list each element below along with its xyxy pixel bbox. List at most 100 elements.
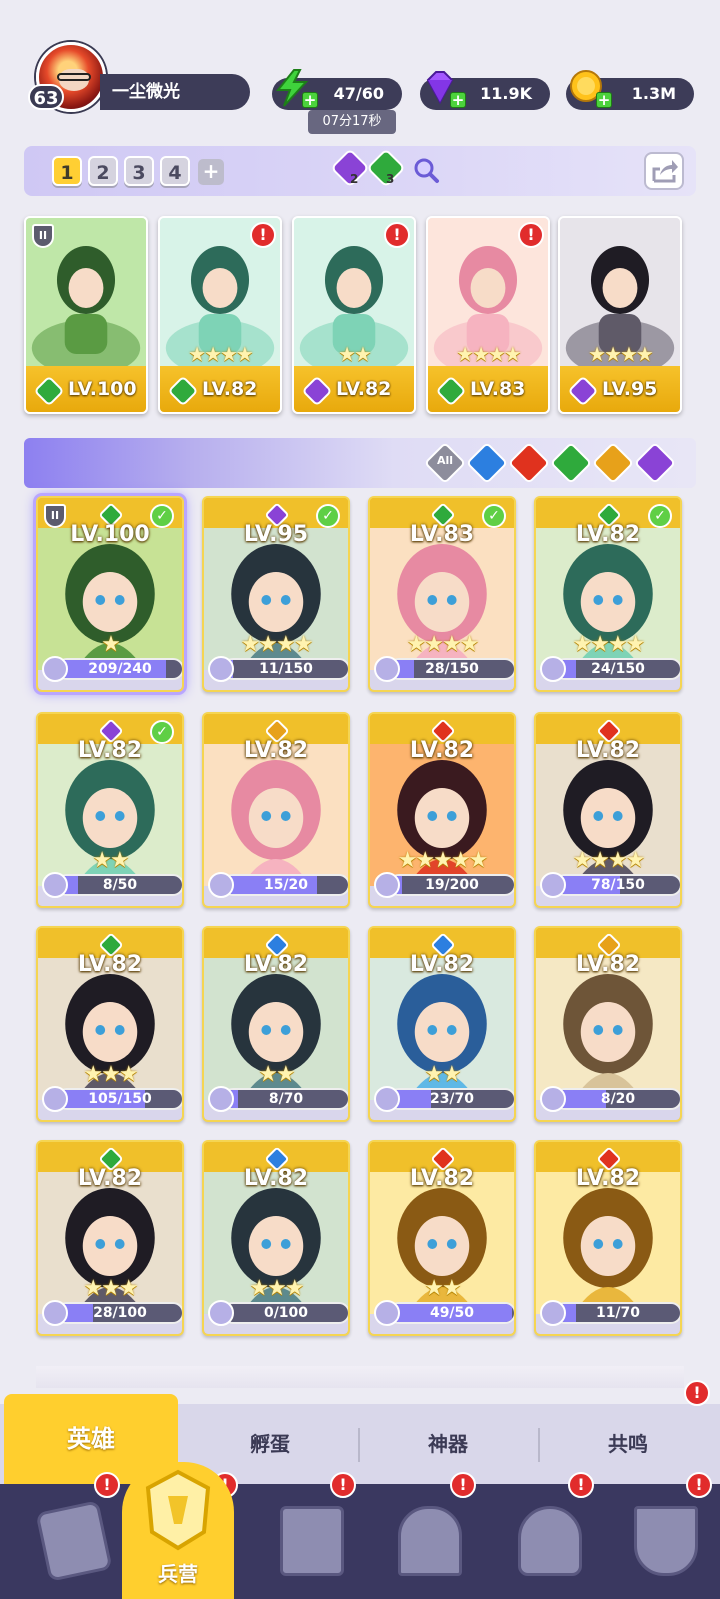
tab-resonance[interactable]: 共鸣 <box>540 1404 716 1484</box>
hero-stars: ★★★★★ <box>397 848 489 873</box>
share-button[interactable] <box>644 152 684 190</box>
hero-level: LV.82 <box>575 738 641 763</box>
hero-level: LV.82 <box>575 952 641 977</box>
lineup-card[interactable]: LV.100 II <box>24 216 148 414</box>
nav-barracks-label: 兵营 <box>158 1562 198 1586</box>
shard-count: 19/200 <box>425 877 479 893</box>
add-gems-button[interactable]: + <box>450 92 466 108</box>
shard-progress-bar: 11/70 <box>554 1302 680 1324</box>
share-icon <box>652 160 678 183</box>
hero-stars: ★★★★ <box>572 632 646 657</box>
shard-icon <box>374 1300 400 1326</box>
filter-water-icon[interactable] <box>465 441 509 485</box>
filter-light-icon[interactable] <box>591 441 635 485</box>
hero-level: LV.82 <box>243 952 309 977</box>
nav-map[interactable] <box>250 1484 370 1599</box>
hero-stars: ★★ <box>424 1062 461 1087</box>
shard-count: 8/20 <box>600 1091 636 1107</box>
shard-count: 49/50 <box>429 1305 475 1321</box>
hero-stars: ★★★★ <box>240 632 314 657</box>
hero-card[interactable]: LV.82 ★★★ 28/100 <box>36 1140 184 1336</box>
element-filter-bar: All <box>24 438 696 488</box>
shard-icon <box>540 656 566 682</box>
filter-nature-icon[interactable] <box>549 441 593 485</box>
hero-card[interactable]: LV.82 ★★★ 105/150 <box>36 926 184 1122</box>
shard-count: 105/150 <box>88 1091 152 1107</box>
hero-stars: ★★ <box>338 342 372 366</box>
nav-shop-alert: ! <box>568 1472 594 1498</box>
lineup-card[interactable]: ★★★★ LV.82 ! <box>158 216 282 414</box>
nav-castle[interactable] <box>368 1484 488 1599</box>
hero-card[interactable]: LV.82 ★★ 23/70 <box>368 926 516 1122</box>
shard-icon <box>42 1300 68 1326</box>
hero-stars: ★★★ <box>83 1276 138 1301</box>
add-team-button[interactable]: + <box>198 159 224 185</box>
shard-progress-bar: 24/150 <box>554 658 680 680</box>
hero-stars: ★★★★ <box>188 342 254 366</box>
shard-progress-bar: 23/70 <box>388 1088 514 1110</box>
shard-count: 15/20 <box>263 877 309 893</box>
in-team-check-icon: ✓ <box>648 504 672 528</box>
team-tab-3[interactable]: 3 <box>124 156 154 186</box>
shard-count: 8/50 <box>102 877 138 893</box>
hero-level: LV.82 <box>77 1166 143 1191</box>
team-tab-1[interactable]: 1 <box>52 156 82 186</box>
add-gold-button[interactable]: + <box>596 92 612 108</box>
hero-level: LV.82 <box>409 1166 475 1191</box>
bottom-nav: ! ! ! ! ! ! <box>0 1472 720 1599</box>
nav-guild[interactable] <box>604 1484 720 1599</box>
top-status-bar: 一尘微光 63 47/60 + 07分17秒 11.9K + 1.3M + <box>0 0 720 140</box>
shard-progress-bar: 78/150 <box>554 874 680 896</box>
nav-map-alert: ! <box>330 1472 356 1498</box>
nav-shop[interactable] <box>488 1484 608 1599</box>
hero-stars: ★★★ <box>83 1062 138 1087</box>
shard-icon <box>374 656 400 682</box>
hero-card[interactable]: LV.83 ★★★★ 28/150 ✓ <box>368 496 516 692</box>
hero-card[interactable]: LV.82 ★★ 8/70 <box>202 926 350 1122</box>
shard-progress-bar: 8/70 <box>222 1088 348 1110</box>
hero-stars: ★★ <box>92 848 129 873</box>
search-icon[interactable] <box>412 156 440 184</box>
shard-icon <box>374 1086 400 1112</box>
lineup-card[interactable]: ★★ LV.82 ! <box>292 216 416 414</box>
nav-cards[interactable] <box>12 1484 132 1599</box>
hero-level: LV.82 <box>575 1166 641 1191</box>
hero-card[interactable]: LV.82 11/70 <box>534 1140 682 1336</box>
shard-count: 24/150 <box>591 661 645 677</box>
in-team-check-icon: ✓ <box>150 720 174 744</box>
shard-icon <box>42 656 68 682</box>
nav-cards-alert: ! <box>94 1472 120 1498</box>
hero-card[interactable]: LV.82 15/20 <box>202 712 350 908</box>
shard-icon <box>208 1300 234 1326</box>
lineup-card[interactable]: ★★★★ LV.83 ! <box>426 216 550 414</box>
hero-level: LV.82 <box>409 952 475 977</box>
cards-icon <box>35 1500 113 1582</box>
hero-card[interactable]: LV.82 ★★ 8/50 ✓ <box>36 712 184 908</box>
player-name: 一尘微光 <box>100 74 250 110</box>
hero-level: LV.82 <box>77 952 143 977</box>
hero-card[interactable]: LV.82 ★★★★ 78/150 <box>534 712 682 908</box>
tab-artifact[interactable]: 神器 <box>360 1404 536 1484</box>
shard-count: 11/150 <box>259 661 313 677</box>
team-tab-4[interactable]: 4 <box>160 156 190 186</box>
banner-icon <box>634 1506 698 1576</box>
filter-dark-icon[interactable] <box>633 441 677 485</box>
hero-card[interactable]: LV.82 ★★ 49/50 <box>368 1140 516 1336</box>
hero-card[interactable]: LV.100 ★ 209/240 ✓ II <box>36 496 184 692</box>
hero-card[interactable]: LV.82 ★★★★★ 19/200 <box>368 712 516 908</box>
hero-level: LV.83 <box>470 378 526 400</box>
hero-card[interactable]: LV.82 ★★★ 0/100 <box>202 1140 350 1336</box>
team-tab-2[interactable]: 2 <box>88 156 118 186</box>
shard-count: 11/70 <box>595 1305 641 1321</box>
filter-fire-icon[interactable] <box>507 441 551 485</box>
lineup-card[interactable]: ★★★★ LV.95 <box>558 216 682 414</box>
hero-card[interactable]: LV.82 8/20 <box>534 926 682 1122</box>
hero-card[interactable]: LV.95 ★★★★ 11/150 ✓ <box>202 496 350 692</box>
in-team-check-icon: ✓ <box>482 504 506 528</box>
add-energy-button[interactable]: + <box>302 92 318 108</box>
shard-progress-bar: 49/50 <box>388 1302 514 1324</box>
shard-progress-bar: 28/100 <box>56 1302 182 1324</box>
tier-badge: II <box>32 224 54 248</box>
hero-level: LV.82 <box>336 378 392 400</box>
hero-card[interactable]: LV.82 ★★★★ 24/150 ✓ <box>534 496 682 692</box>
